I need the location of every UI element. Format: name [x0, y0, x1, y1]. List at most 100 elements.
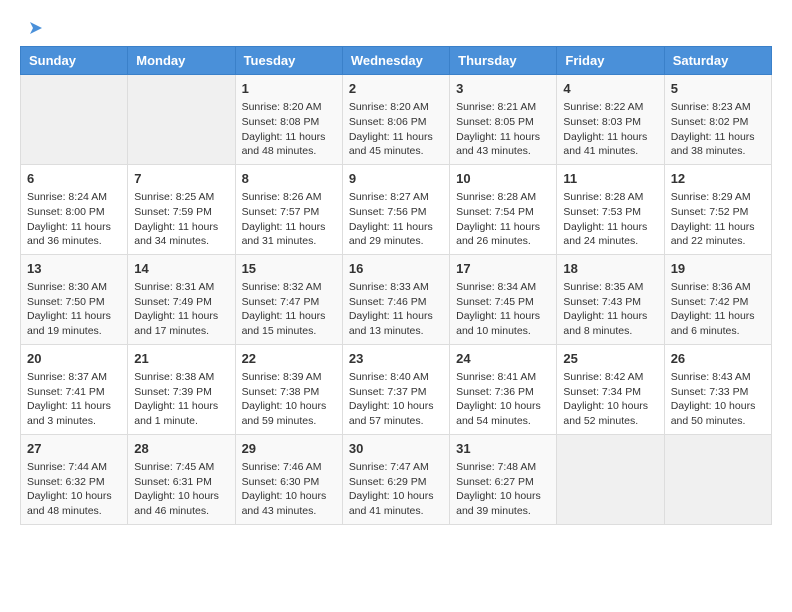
day-cell-24: 24 Sunrise: 8:41 AM Sunset: 7:36 PM Dayli… [450, 344, 557, 434]
day-cell-26: 26 Sunrise: 8:43 AM Sunset: 7:33 PM Dayli… [664, 344, 771, 434]
day-cell-20: 20 Sunrise: 8:37 AM Sunset: 7:41 PM Dayli… [21, 344, 128, 434]
logo-bird-icon [22, 18, 44, 40]
day-info: Sunrise: 7:46 AM Sunset: 6:30 PM Dayligh… [242, 460, 336, 519]
day-cell-19: 19 Sunrise: 8:36 AM Sunset: 7:42 PM Dayli… [664, 254, 771, 344]
day-header-monday: Monday [128, 47, 235, 75]
day-number: 9 [349, 170, 443, 188]
day-cell-27: 27 Sunrise: 7:44 AM Sunset: 6:32 PM Dayli… [21, 434, 128, 524]
day-number: 21 [134, 350, 228, 368]
day-info: Sunrise: 8:28 AM Sunset: 7:54 PM Dayligh… [456, 190, 550, 249]
day-cell-29: 29Sunrise: 7:46 AM Sunset: 6:30 PM Dayli… [235, 434, 342, 524]
day-number: 17 [456, 260, 550, 278]
day-cell-14: 14 Sunrise: 8:31 AM Sunset: 7:49 PM Dayli… [128, 254, 235, 344]
day-cell-8: 8 Sunrise: 8:26 AM Sunset: 7:57 PM Daylig… [235, 164, 342, 254]
day-header-saturday: Saturday [664, 47, 771, 75]
week-row-0: 1Sunrise: 8:20 AM Sunset: 8:08 PM Daylig… [21, 75, 772, 165]
day-header-wednesday: Wednesday [342, 47, 449, 75]
day-info: Sunrise: 8:37 AM Sunset: 7:41 PM Dayligh… [27, 370, 121, 429]
day-cell-11: 11 Sunrise: 8:28 AM Sunset: 7:53 PM Dayli… [557, 164, 664, 254]
day-cell-21: 21Sunrise: 8:38 AM Sunset: 7:39 PM Dayli… [128, 344, 235, 434]
day-info: Sunrise: 8:34 AM Sunset: 7:45 PM Dayligh… [456, 280, 550, 339]
day-cell-5: 5 Sunrise: 8:23 AM Sunset: 8:02 PM Daylig… [664, 75, 771, 165]
day-info: Sunrise: 8:29 AM Sunset: 7:52 PM Dayligh… [671, 190, 765, 249]
day-number: 31 [456, 440, 550, 458]
day-cell-15: 15Sunrise: 8:32 AM Sunset: 7:47 PM Dayli… [235, 254, 342, 344]
day-number: 20 [27, 350, 121, 368]
day-number: 26 [671, 350, 765, 368]
day-info: Sunrise: 8:26 AM Sunset: 7:57 PM Dayligh… [242, 190, 336, 249]
empty-cell [21, 75, 128, 165]
empty-cell [128, 75, 235, 165]
day-header-sunday: Sunday [21, 47, 128, 75]
day-number: 7 [134, 170, 228, 188]
day-info: Sunrise: 8:24 AM Sunset: 8:00 PM Dayligh… [27, 190, 121, 249]
day-info: Sunrise: 7:48 AM Sunset: 6:27 PM Dayligh… [456, 460, 550, 519]
day-info: Sunrise: 8:39 AM Sunset: 7:38 PM Dayligh… [242, 370, 336, 429]
day-info: Sunrise: 8:35 AM Sunset: 7:43 PM Dayligh… [563, 280, 657, 339]
day-info: Sunrise: 7:47 AM Sunset: 6:29 PM Dayligh… [349, 460, 443, 519]
day-cell-7: 7 Sunrise: 8:25 AM Sunset: 7:59 PM Daylig… [128, 164, 235, 254]
day-cell-3: 3 Sunrise: 8:21 AM Sunset: 8:05 PM Daylig… [450, 75, 557, 165]
calendar-table: SundayMondayTuesdayWednesdayThursdayFrid… [20, 46, 772, 525]
day-number: 16 [349, 260, 443, 278]
day-info: Sunrise: 8:21 AM Sunset: 8:05 PM Dayligh… [456, 100, 550, 159]
day-info: Sunrise: 8:27 AM Sunset: 7:56 PM Dayligh… [349, 190, 443, 249]
day-info: Sunrise: 8:42 AM Sunset: 7:34 PM Dayligh… [563, 370, 657, 429]
day-cell-23: 23 Sunrise: 8:40 AM Sunset: 7:37 PM Dayli… [342, 344, 449, 434]
day-number: 19 [671, 260, 765, 278]
day-info: Sunrise: 8:25 AM Sunset: 7:59 PM Dayligh… [134, 190, 228, 249]
day-cell-18: 18Sunrise: 8:35 AM Sunset: 7:43 PM Dayli… [557, 254, 664, 344]
day-number: 28 [134, 440, 228, 458]
days-header-row: SundayMondayTuesdayWednesdayThursdayFrid… [21, 47, 772, 75]
day-cell-12: 12 Sunrise: 8:29 AM Sunset: 7:52 PM Dayli… [664, 164, 771, 254]
day-header-friday: Friday [557, 47, 664, 75]
day-cell-2: 2 Sunrise: 8:20 AM Sunset: 8:06 PM Daylig… [342, 75, 449, 165]
day-cell-13: 13 Sunrise: 8:30 AM Sunset: 7:50 PM Dayli… [21, 254, 128, 344]
day-info: Sunrise: 8:20 AM Sunset: 8:08 PM Dayligh… [242, 100, 336, 159]
day-cell-30: 30 Sunrise: 7:47 AM Sunset: 6:29 PM Dayli… [342, 434, 449, 524]
day-cell-16: 16 Sunrise: 8:33 AM Sunset: 7:46 PM Dayli… [342, 254, 449, 344]
day-number: 23 [349, 350, 443, 368]
day-info: Sunrise: 8:31 AM Sunset: 7:49 PM Dayligh… [134, 280, 228, 339]
day-number: 13 [27, 260, 121, 278]
day-info: Sunrise: 8:28 AM Sunset: 7:53 PM Dayligh… [563, 190, 657, 249]
day-number: 22 [242, 350, 336, 368]
day-cell-31: 31 Sunrise: 7:48 AM Sunset: 6:27 PM Dayli… [450, 434, 557, 524]
day-number: 5 [671, 80, 765, 98]
day-info: Sunrise: 8:40 AM Sunset: 7:37 PM Dayligh… [349, 370, 443, 429]
day-info: Sunrise: 8:20 AM Sunset: 8:06 PM Dayligh… [349, 100, 443, 159]
empty-cell [557, 434, 664, 524]
week-row-3: 20 Sunrise: 8:37 AM Sunset: 7:41 PM Dayli… [21, 344, 772, 434]
day-info: Sunrise: 8:33 AM Sunset: 7:46 PM Dayligh… [349, 280, 443, 339]
day-number: 12 [671, 170, 765, 188]
day-number: 2 [349, 80, 443, 98]
day-cell-1: 1Sunrise: 8:20 AM Sunset: 8:08 PM Daylig… [235, 75, 342, 165]
day-header-thursday: Thursday [450, 47, 557, 75]
day-number: 11 [563, 170, 657, 188]
day-info: Sunrise: 8:36 AM Sunset: 7:42 PM Dayligh… [671, 280, 765, 339]
day-number: 14 [134, 260, 228, 278]
day-cell-25: 25 Sunrise: 8:42 AM Sunset: 7:34 PM Dayli… [557, 344, 664, 434]
day-info: Sunrise: 7:44 AM Sunset: 6:32 PM Dayligh… [27, 460, 121, 519]
week-row-4: 27 Sunrise: 7:44 AM Sunset: 6:32 PM Dayli… [21, 434, 772, 524]
day-cell-22: 22 Sunrise: 8:39 AM Sunset: 7:38 PM Dayli… [235, 344, 342, 434]
day-number: 27 [27, 440, 121, 458]
day-cell-9: 9 Sunrise: 8:27 AM Sunset: 7:56 PM Daylig… [342, 164, 449, 254]
day-info: Sunrise: 8:30 AM Sunset: 7:50 PM Dayligh… [27, 280, 121, 339]
day-number: 8 [242, 170, 336, 188]
day-cell-6: 6Sunrise: 8:24 AM Sunset: 8:00 PM Daylig… [21, 164, 128, 254]
day-number: 3 [456, 80, 550, 98]
day-cell-4: 4Sunrise: 8:22 AM Sunset: 8:03 PM Daylig… [557, 75, 664, 165]
day-number: 30 [349, 440, 443, 458]
day-info: Sunrise: 8:23 AM Sunset: 8:02 PM Dayligh… [671, 100, 765, 159]
day-number: 24 [456, 350, 550, 368]
day-number: 10 [456, 170, 550, 188]
day-cell-28: 28Sunrise: 7:45 AM Sunset: 6:31 PM Dayli… [128, 434, 235, 524]
day-header-tuesday: Tuesday [235, 47, 342, 75]
page-header [20, 20, 772, 36]
day-number: 25 [563, 350, 657, 368]
day-info: Sunrise: 8:32 AM Sunset: 7:47 PM Dayligh… [242, 280, 336, 339]
logo [20, 20, 44, 36]
day-info: Sunrise: 8:43 AM Sunset: 7:33 PM Dayligh… [671, 370, 765, 429]
day-info: Sunrise: 8:41 AM Sunset: 7:36 PM Dayligh… [456, 370, 550, 429]
